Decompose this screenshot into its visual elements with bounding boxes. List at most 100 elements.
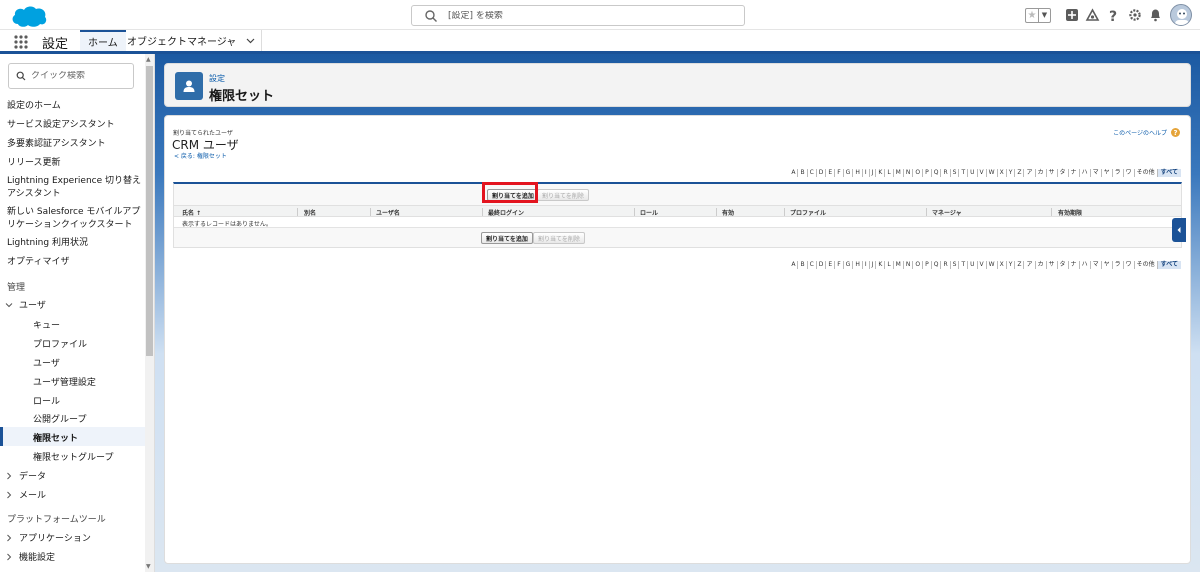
alphabet-filter-letter[interactable]: ラ	[1113, 169, 1124, 177]
sidebar-item-permission-sets[interactable]: 権限セット	[33, 431, 78, 444]
alphabet-filter-letter[interactable]: タ	[1058, 169, 1069, 177]
alphabet-filter-letter[interactable]: Z	[1015, 261, 1025, 269]
alphabet-filter-letter[interactable]: P	[923, 261, 932, 269]
sidebar-item-user-management-settings[interactable]: ユーザ管理設定	[33, 375, 96, 388]
alphabet-filter-letter[interactable]: S	[951, 261, 960, 269]
alphabet-filter-letter[interactable]: カ	[1036, 169, 1047, 177]
sidebar-item-queues[interactable]: キュー	[33, 318, 60, 331]
alphabet-filter-letter[interactable]: O	[913, 261, 924, 269]
page-breadcrumb[interactable]: 設定	[209, 73, 225, 84]
sidebar-item-permission-set-groups[interactable]: 権限セットグループ	[33, 450, 113, 463]
sidebar-item-lightning-transition[interactable]: Lightning Experience 切り替えアシスタント	[7, 175, 145, 201]
global-search[interactable]	[411, 5, 745, 26]
col-last-login[interactable]: 最終ログイン	[488, 208, 524, 217]
app-launcher-icon[interactable]	[14, 35, 28, 49]
alphabet-filter-letter[interactable]: W	[987, 169, 998, 177]
alphabet-filter-letter[interactable]: K	[876, 261, 886, 269]
alphabet-filter-all[interactable]: すべて	[1157, 169, 1181, 177]
sidebar-item-roles[interactable]: ロール	[33, 394, 60, 407]
alphabet-filter-letter[interactable]: Q	[932, 261, 942, 269]
alphabet-filter-letter[interactable]: ア	[1024, 261, 1036, 269]
add-icon[interactable]	[1061, 5, 1082, 26]
alphabet-filter-letter[interactable]: R	[941, 169, 951, 177]
alphabet-filter-letter[interactable]: ナ	[1069, 169, 1080, 177]
alphabet-filter-letter[interactable]: ワ	[1124, 261, 1135, 269]
trailhead-icon[interactable]	[1082, 5, 1103, 26]
quick-find-input[interactable]	[31, 71, 126, 81]
scroll-down-icon[interactable]: ▼	[146, 563, 151, 570]
alphabet-filter-letter[interactable]: X	[998, 261, 1007, 269]
sidebar-scrollbar[interactable]: ▲ ▼	[145, 54, 154, 572]
alphabet-filter-letter[interactable]: マ	[1091, 169, 1102, 177]
remove-assignment-button[interactable]: 割り当てを削除	[537, 189, 589, 201]
col-manager[interactable]: マネージャ	[932, 208, 962, 217]
chevron-down-icon[interactable]	[246, 36, 255, 45]
alphabet-filter-letter[interactable]: E	[826, 261, 836, 269]
alphabet-filter-letter[interactable]: B	[798, 169, 808, 177]
alphabet-filter-letter[interactable]: その他	[1135, 261, 1158, 269]
sidebar-item-profiles[interactable]: プロファイル	[33, 337, 87, 350]
col-name[interactable]: 氏名 ↑	[182, 208, 201, 217]
sidebar-item-public-groups[interactable]: 公開グループ	[33, 412, 86, 425]
search-input[interactable]	[448, 10, 728, 21]
help-link[interactable]: このページのヘルプ ?	[1113, 128, 1180, 137]
alphabet-filter-all[interactable]: すべて	[1157, 261, 1181, 269]
sidebar-item-lightning-usage[interactable]: Lightning 利用状況	[7, 237, 145, 250]
alphabet-filter-letter[interactable]: タ	[1058, 261, 1069, 269]
alphabet-filter-letter[interactable]: ヤ	[1102, 169, 1113, 177]
help-icon[interactable]: ?	[1103, 5, 1124, 26]
col-username[interactable]: ユーザ名	[376, 208, 400, 217]
sidebar-item-setup-home[interactable]: 設定のホーム	[7, 100, 145, 113]
alphabet-filter-letter[interactable]: X	[998, 169, 1007, 177]
sidebar-group-apps[interactable]: アプリケーション	[5, 531, 91, 544]
add-assignment-button-bottom[interactable]: 割り当てを追加	[481, 232, 533, 244]
alphabet-filter-letter[interactable]: I	[863, 169, 870, 177]
alphabet-filter-letter[interactable]: T	[959, 261, 969, 269]
alphabet-filter-letter[interactable]: V	[978, 261, 987, 269]
col-role[interactable]: ロール	[640, 208, 658, 217]
alphabet-filter-letter[interactable]: F	[835, 169, 844, 177]
alphabet-filter-letter[interactable]: U	[968, 169, 978, 177]
alphabet-filter-letter[interactable]: C	[808, 261, 817, 269]
side-panel-toggle[interactable]	[1172, 218, 1186, 242]
alphabet-filter-letter[interactable]: F	[835, 261, 844, 269]
sidebar-item-mfa-assistant[interactable]: 多要素認証アシスタント	[7, 138, 145, 151]
alphabet-filter-letter[interactable]: Y	[1007, 261, 1016, 269]
alphabet-filter-letter[interactable]: D	[817, 261, 827, 269]
alphabet-filter-letter[interactable]: Q	[932, 169, 942, 177]
sidebar-item-service-setup[interactable]: サービス設定アシスタント	[7, 119, 145, 132]
alphabet-filter-letter[interactable]: N	[904, 261, 914, 269]
alphabet-filter-letter[interactable]: E	[826, 169, 836, 177]
col-profile[interactable]: プロファイル	[790, 208, 826, 217]
alphabet-filter-letter[interactable]: N	[904, 169, 914, 177]
gear-icon[interactable]	[1124, 5, 1145, 26]
col-active[interactable]: 有効	[722, 208, 734, 217]
alphabet-filter-letter[interactable]: その他	[1135, 169, 1158, 177]
alphabet-filter-letter[interactable]: C	[808, 169, 817, 177]
salesforce-logo-icon[interactable]	[10, 4, 48, 28]
alphabet-filter-letter[interactable]: B	[798, 261, 808, 269]
alphabet-filter-letter[interactable]: Z	[1015, 169, 1025, 177]
alphabet-filter-letter[interactable]: L	[885, 261, 894, 269]
alphabet-filter-letter[interactable]: M	[894, 169, 904, 177]
alphabet-filter-letter[interactable]: H	[853, 169, 863, 177]
alphabet-filter-letter[interactable]: H	[853, 261, 863, 269]
alphabet-filter-letter[interactable]: J	[870, 169, 877, 177]
alphabet-filter-letter[interactable]: Y	[1007, 169, 1016, 177]
alphabet-filter-letter[interactable]: J	[870, 261, 877, 269]
alphabet-filter-letter[interactable]: A	[789, 261, 799, 269]
col-expiration[interactable]: 有効期限	[1058, 208, 1082, 217]
caret-down-icon[interactable]: ▼	[1039, 9, 1050, 22]
alphabet-filter-letter[interactable]: R	[941, 261, 951, 269]
alphabet-filter-letter[interactable]: サ	[1047, 261, 1058, 269]
alphabet-filter-letter[interactable]: サ	[1047, 169, 1058, 177]
alphabet-filter-letter[interactable]: A	[789, 169, 799, 177]
user-avatar[interactable]	[1170, 4, 1192, 26]
alphabet-filter-letter[interactable]: V	[978, 169, 987, 177]
bell-icon[interactable]	[1145, 5, 1166, 26]
alphabet-filter-letter[interactable]: L	[885, 169, 894, 177]
alphabet-filter-letter[interactable]: ハ	[1080, 261, 1091, 269]
star-icon[interactable]: ★	[1026, 8, 1039, 22]
alphabet-filter-letter[interactable]: ラ	[1113, 261, 1124, 269]
scrollbar-thumb[interactable]	[146, 66, 153, 356]
